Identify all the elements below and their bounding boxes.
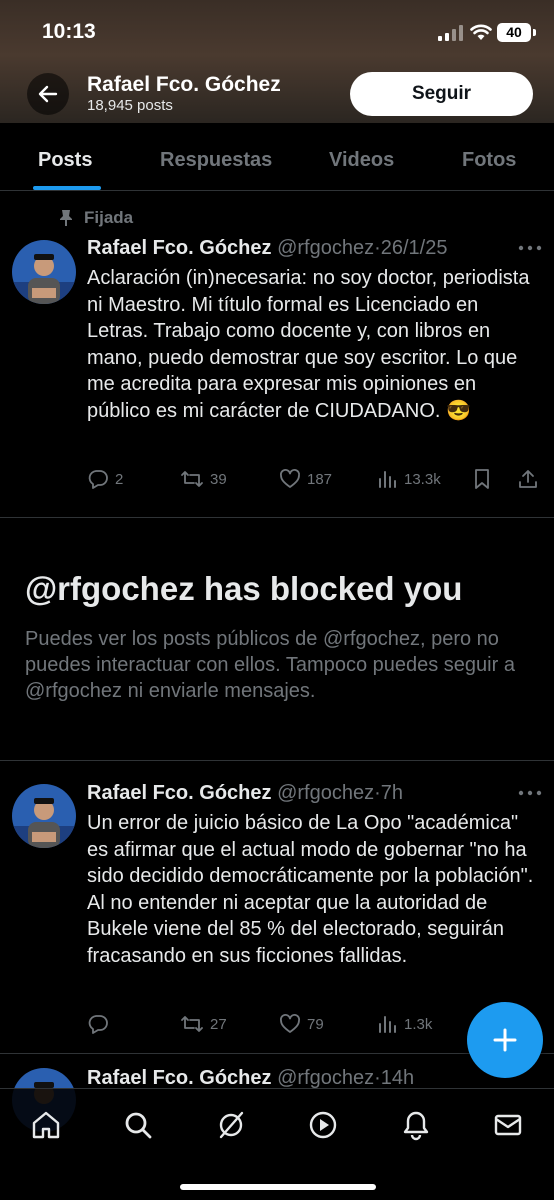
active-tab-indicator: [33, 186, 101, 190]
tweet-author-handle[interactable]: @rfgochez: [277, 1067, 374, 1089]
tweet-author-name[interactable]: Rafael Fco. Góchez: [87, 237, 272, 259]
views-icon: [379, 471, 396, 488]
profile-name: Rafael Fco. Góchez: [87, 73, 281, 96]
avatar[interactable]: [12, 240, 76, 304]
tab-respuestas[interactable]: Respuestas: [160, 149, 272, 172]
video-icon[interactable]: [307, 1109, 339, 1141]
repost-icon: [181, 471, 203, 487]
tab-videos[interactable]: Videos: [329, 149, 394, 172]
plus-icon: [493, 1028, 517, 1052]
tweet-author-handle[interactable]: @rfgochez: [277, 782, 374, 804]
views-button[interactable]: 13.3k: [376, 468, 441, 490]
tweet-author-name[interactable]: Rafael Fco. Góchez: [87, 782, 272, 804]
search-icon[interactable]: [122, 1109, 154, 1141]
tweet-actions: 2 39 187 13.3k: [87, 468, 542, 492]
tweet-author-handle[interactable]: @rfgochez: [277, 237, 374, 259]
repost-count: 39: [210, 470, 227, 488]
blocked-description: Puedes ver los posts públicos de @rfgoch…: [25, 628, 515, 702]
profile-header: 10:13 40 Rafael Fco. Góchez 18,945 posts…: [0, 0, 554, 123]
status-time: 10:13: [42, 20, 96, 43]
home-icon[interactable]: [30, 1109, 62, 1141]
views-icon: [379, 1016, 396, 1033]
tweet-dot: ·: [374, 237, 381, 259]
reply-count: 2: [115, 470, 124, 488]
reply-button[interactable]: 2: [87, 468, 123, 490]
avatar-image: [12, 240, 76, 304]
like-button[interactable]: 79: [279, 1013, 324, 1035]
tab-fotos[interactable]: Fotos: [462, 149, 516, 172]
back-arrow-icon: [38, 85, 58, 103]
profile-tabs: Posts Respuestas Videos Fotos: [0, 123, 554, 191]
repost-button[interactable]: 39: [180, 468, 227, 490]
like-count: 187: [307, 470, 333, 488]
wifi-icon: [470, 24, 492, 40]
like-icon: [280, 1014, 300, 1033]
like-button[interactable]: 187: [279, 468, 332, 490]
status-bar: 10:13 40: [0, 0, 554, 60]
tweet-time[interactable]: 7h: [381, 782, 403, 804]
views-count: 1.3k: [404, 1015, 433, 1033]
reply-icon: [88, 1015, 108, 1034]
pinned-text: Fijada: [84, 208, 134, 227]
tweet-header: Rafael Fco. Góchez @rfgochez·26/1/25: [87, 237, 447, 260]
battery-cap: [533, 29, 536, 36]
reply-button[interactable]: [87, 1013, 115, 1035]
pin-icon: [60, 210, 72, 226]
bell-icon[interactable]: [400, 1109, 432, 1141]
tweet-text: Un error de juicio básico de La Opo "aca…: [87, 812, 534, 967]
repost-icon: [181, 1016, 203, 1032]
tab-posts[interactable]: Posts: [38, 149, 92, 172]
follow-button[interactable]: Seguir: [350, 72, 533, 116]
avatar-image: [12, 784, 76, 848]
tweet-author-name[interactable]: Rafael Fco. Góchez: [87, 1067, 272, 1089]
divider: [0, 760, 554, 761]
tweet-time[interactable]: 26/1/25: [381, 237, 448, 259]
battery-indicator: 40: [497, 23, 531, 42]
more-icon[interactable]: [517, 789, 543, 797]
tweet-dot: ·: [374, 1067, 381, 1089]
compose-button[interactable]: [467, 1002, 543, 1078]
more-icon[interactable]: [517, 244, 543, 252]
tweet-dot: ·: [374, 782, 381, 804]
share-icon[interactable]: [517, 468, 539, 490]
repost-count: 27: [210, 1015, 227, 1033]
views-button[interactable]: 1.3k: [376, 1013, 432, 1035]
reply-icon: [88, 470, 108, 489]
bookmark-icon[interactable]: [471, 468, 493, 490]
tweet-text: Aclaración (in)necesaria: no soy doctor,…: [87, 267, 530, 422]
like-icon: [280, 469, 300, 488]
like-count: 79: [307, 1015, 324, 1033]
pinned-label: Fijada: [58, 208, 133, 228]
avatar[interactable]: [12, 784, 76, 848]
profile-posts-count: 18,945 posts: [87, 97, 173, 114]
repost-button[interactable]: 27: [180, 1013, 227, 1035]
divider: [0, 517, 554, 518]
tweet-header: Rafael Fco. Góchez @rfgochez·14h: [87, 1067, 414, 1090]
mail-icon[interactable]: [492, 1109, 524, 1141]
tweet-header: Rafael Fco. Góchez @rfgochez·7h: [87, 782, 403, 805]
views-count: 13.3k: [404, 470, 441, 488]
tweet-time[interactable]: 14h: [381, 1067, 414, 1089]
grok-icon[interactable]: [215, 1109, 247, 1141]
blocked-title: @rfgochez has blocked you: [25, 570, 463, 607]
home-indicator: [180, 1184, 376, 1190]
signal-icon: [438, 25, 463, 41]
back-button[interactable]: [27, 73, 69, 115]
